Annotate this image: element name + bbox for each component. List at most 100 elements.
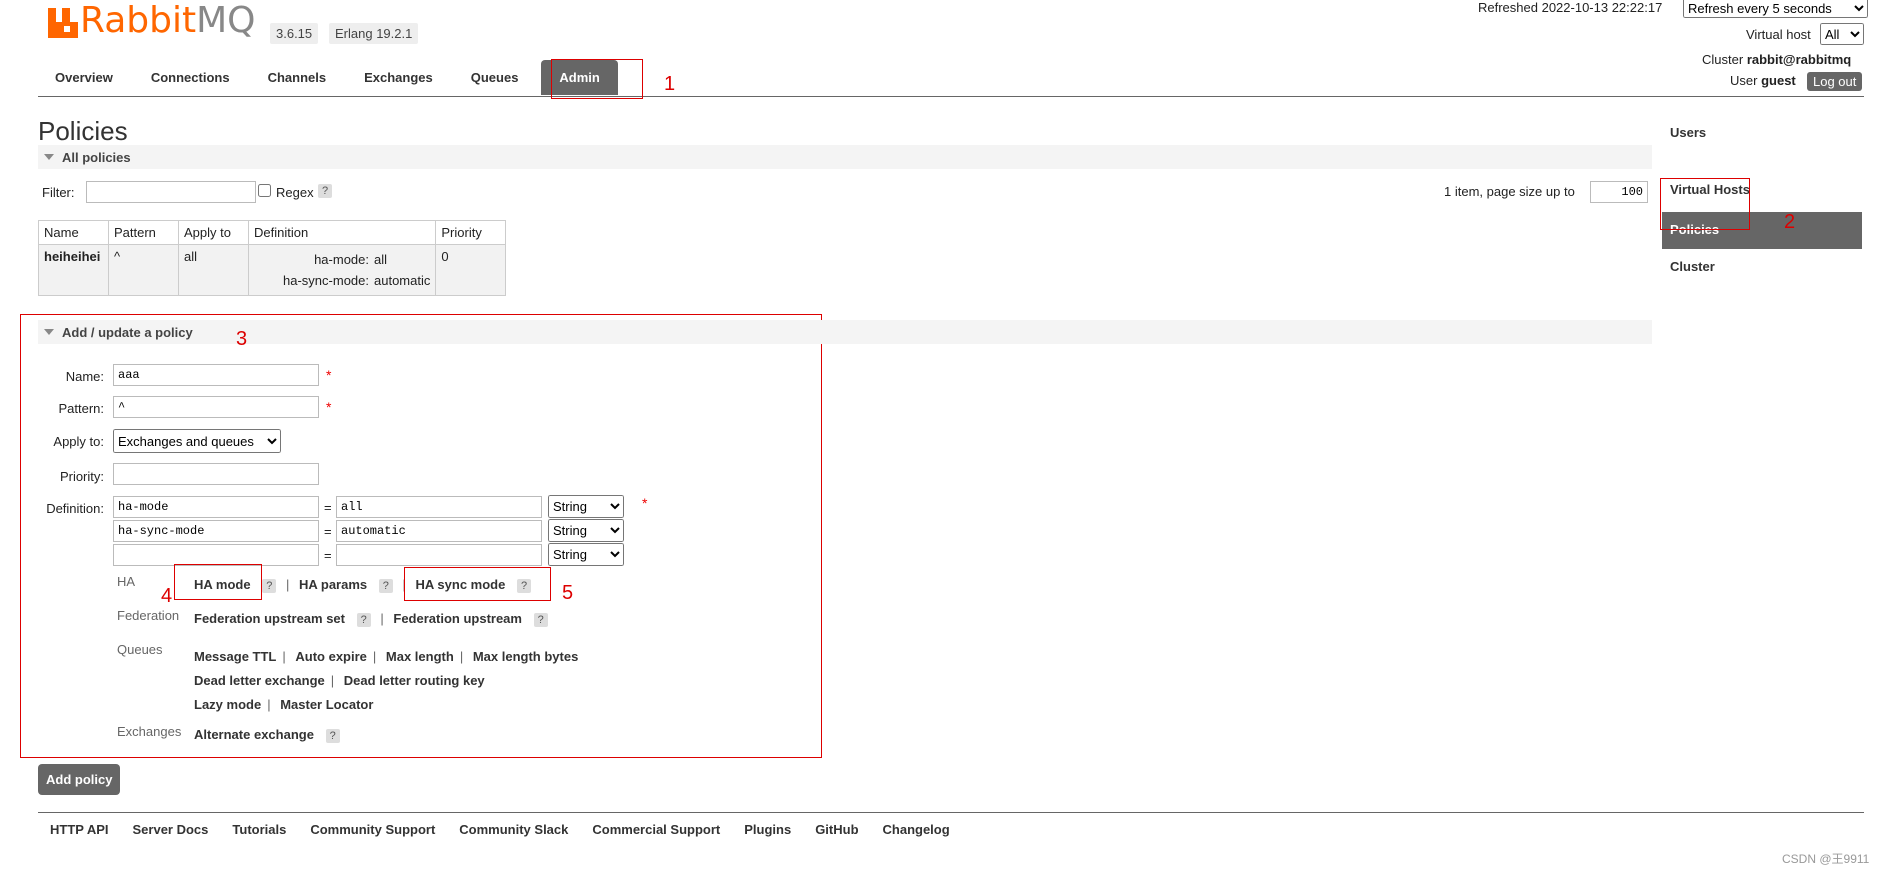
footer-link-plugins[interactable]: Plugins <box>744 822 791 837</box>
dead-letter-exchange-link[interactable]: Dead letter exchange <box>194 673 325 688</box>
separator: | <box>380 611 384 626</box>
rabbitmq-logo[interactable]: RabbitMQ <box>48 3 256 39</box>
equals-sign: = <box>324 524 332 539</box>
policy-name-cell[interactable]: heiheihei <box>38 244 109 296</box>
definition-value-input[interactable] <box>336 520 542 542</box>
rabbitmq-logo-icon <box>48 8 78 38</box>
user-label: User <box>1730 73 1758 88</box>
policy-priority-input[interactable] <box>113 463 319 485</box>
ha-mode-help-icon[interactable]: ? <box>262 579 277 593</box>
regex-checkbox[interactable] <box>258 184 271 197</box>
footer-link-http-api[interactable]: HTTP API <box>50 822 109 837</box>
footer-link-changelog[interactable]: Changelog <box>883 822 950 837</box>
sidebar-item-cluster[interactable]: Cluster <box>1662 249 1862 286</box>
regex-help-icon[interactable]: ? <box>318 184 333 198</box>
page-size-input[interactable] <box>1590 181 1648 203</box>
column-header-apply-to[interactable]: Apply to <box>178 220 249 245</box>
federation-upstream-set-help-icon[interactable]: ? <box>356 613 371 627</box>
tab-channels[interactable]: Channels <box>253 64 342 95</box>
name-label: Name: <box>65 369 104 384</box>
refresh-interval-select[interactable]: Refresh every 5 seconds <box>1683 0 1868 18</box>
alternate-exchange-link[interactable]: Alternate exchange <box>194 727 314 742</box>
footer-link-commercial-support[interactable]: Commercial Support <box>592 822 720 837</box>
sidebar-item-users[interactable]: Users <box>1662 115 1862 152</box>
vhost-select[interactable]: All <box>1820 23 1864 45</box>
definition-value-input[interactable] <box>336 544 542 566</box>
footer-divider <box>38 812 1864 813</box>
annotation-1: 1 <box>664 73 676 95</box>
column-header-pattern[interactable]: Pattern <box>108 220 179 245</box>
logout-button[interactable]: Log out <box>1807 72 1863 91</box>
definition-key-input[interactable] <box>113 520 319 542</box>
add-policy-section-header[interactable]: Add / update a policy <box>38 320 1652 344</box>
tab-overview[interactable]: Overview <box>40 64 128 95</box>
definition-key-input[interactable] <box>113 544 319 566</box>
annotation-box-4 <box>174 564 262 600</box>
category-ha: HA <box>117 574 136 589</box>
definition-label: Definition: <box>46 501 104 516</box>
footer-link-community-slack[interactable]: Community Slack <box>459 822 568 837</box>
auto-expire-link[interactable]: Auto expire <box>295 649 367 664</box>
footer-link-github[interactable]: GitHub <box>815 822 858 837</box>
pagination-text: 1 item, page size up to <box>1444 184 1575 199</box>
definition-type-select[interactable]: String <box>548 543 624 566</box>
annotation-box-2 <box>1660 178 1750 230</box>
pattern-label: Pattern: <box>58 401 104 416</box>
definition-value: all <box>374 252 388 267</box>
watermark: CSDN @王9911 <box>1782 852 1870 866</box>
annotation-5: 5 <box>562 582 574 604</box>
footer-link-server-docs[interactable]: Server Docs <box>133 822 209 837</box>
add-policy-title: Add / update a policy <box>62 325 193 340</box>
column-header-priority[interactable]: Priority <box>435 220 507 245</box>
all-policies-section-header[interactable]: All policies <box>38 145 1652 169</box>
ha-params-help-icon[interactable]: ? <box>378 579 393 593</box>
policy-name-input[interactable] <box>113 364 319 386</box>
equals-sign: = <box>324 500 332 515</box>
regex-label: Regex <box>276 185 314 200</box>
column-header-definition[interactable]: Definition <box>247 220 437 245</box>
federation-upstream-help-icon[interactable]: ? <box>533 613 548 627</box>
tab-queues[interactable]: Queues <box>456 64 534 95</box>
queue-shortcuts: Message TTL | Auto expire | Max length | Ma… <box>194 645 578 717</box>
cluster-label: Cluster <box>1702 52 1744 67</box>
category-federation: Federation <box>117 608 180 623</box>
federation-upstream-link[interactable]: Federation upstream <box>393 611 522 626</box>
policy-pattern-cell: ^ <box>108 244 179 296</box>
separator: | <box>372 649 377 664</box>
dead-letter-routing-key-link[interactable]: Dead letter routing key <box>344 673 485 688</box>
alternate-exchange-help-icon[interactable]: ? <box>325 729 340 743</box>
erlang-badge: Erlang 19.2.1 <box>329 23 419 44</box>
max-length-bytes-link[interactable]: Max length bytes <box>473 649 578 664</box>
policy-pattern-input[interactable] <box>113 396 319 418</box>
policy-priority-cell: 0 <box>435 244 507 296</box>
master-locator-link[interactable]: Master Locator <box>280 697 373 712</box>
logo-text-mq: MQ <box>196 0 256 41</box>
add-policy-button[interactable]: Add policy <box>38 764 121 795</box>
federation-shortcuts: Federation upstream set ? | Federation u… <box>194 611 548 627</box>
footer-link-tutorials[interactable]: Tutorials <box>232 822 286 837</box>
definition-value-input[interactable] <box>336 496 542 518</box>
required-marker: * <box>326 367 332 383</box>
page-title: Policies <box>38 116 128 146</box>
definition-type-select[interactable]: String <box>548 495 624 518</box>
definition-type-select[interactable]: String <box>548 519 624 542</box>
lazy-mode-link[interactable]: Lazy mode <box>194 697 261 712</box>
priority-label: Priority: <box>59 469 104 484</box>
category-exchanges: Exchanges <box>117 724 182 739</box>
definition-key-input[interactable] <box>113 496 319 518</box>
federation-upstream-set-link[interactable]: Federation upstream set <box>194 611 345 626</box>
annotation-2: 2 <box>1784 211 1796 233</box>
tab-exchanges[interactable]: Exchanges <box>349 64 448 95</box>
apply-to-label: Apply to: <box>53 434 104 449</box>
exchange-shortcuts: Alternate exchange ? <box>194 727 340 743</box>
ha-params-link[interactable]: HA params <box>299 577 367 592</box>
filter-input[interactable] <box>86 181 256 203</box>
footer-link-community-support[interactable]: Community Support <box>310 822 435 837</box>
apply-to-select[interactable]: Exchanges and queues <box>113 429 281 453</box>
max-length-link[interactable]: Max length <box>386 649 454 664</box>
collapse-triangle-icon <box>44 329 54 335</box>
table-row[interactable]: heiheihei ^ all ha-mode: all ha-sync-mode… <box>38 244 507 296</box>
tab-connections[interactable]: Connections <box>136 64 245 95</box>
column-header-name[interactable]: Name <box>38 220 109 245</box>
message-ttl-link[interactable]: Message TTL <box>194 649 276 664</box>
